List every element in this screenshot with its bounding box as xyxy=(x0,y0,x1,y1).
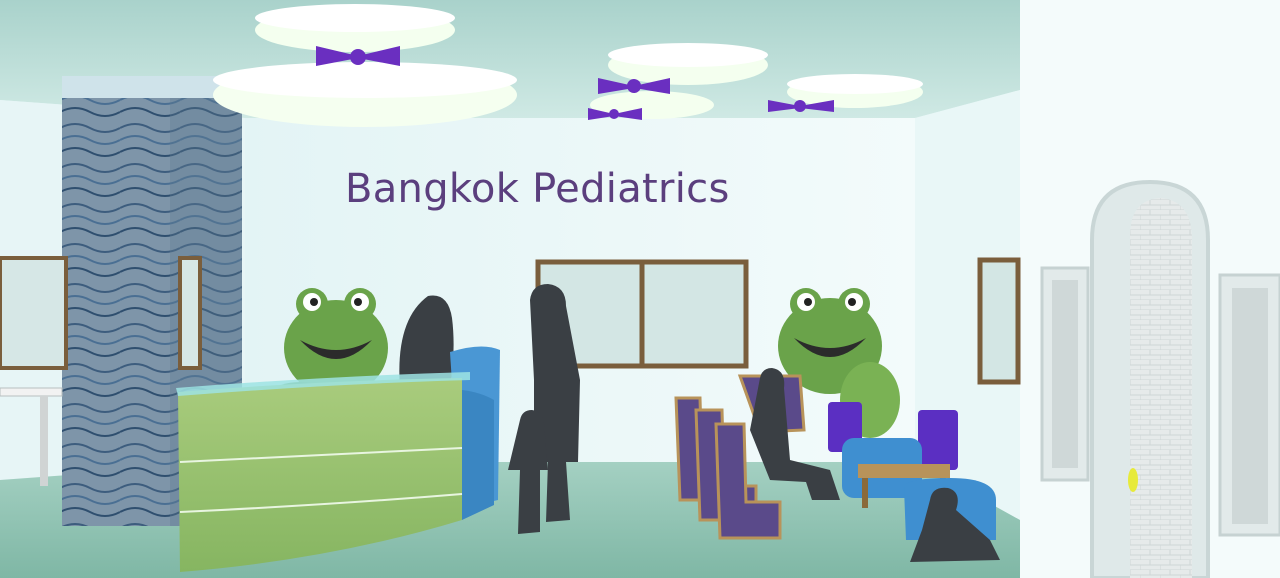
side-desk xyxy=(0,387,63,397)
scene-illustration xyxy=(0,0,1280,578)
low-table xyxy=(858,464,950,478)
brick-wall xyxy=(1130,198,1192,578)
door-handle xyxy=(1128,468,1138,492)
left-window xyxy=(0,256,68,370)
clinic-sign: Bangkok Pediatrics xyxy=(345,166,730,212)
pediatrics-reception-scene: Bangkok Pediatrics xyxy=(0,0,1280,578)
right-window xyxy=(977,257,1021,385)
